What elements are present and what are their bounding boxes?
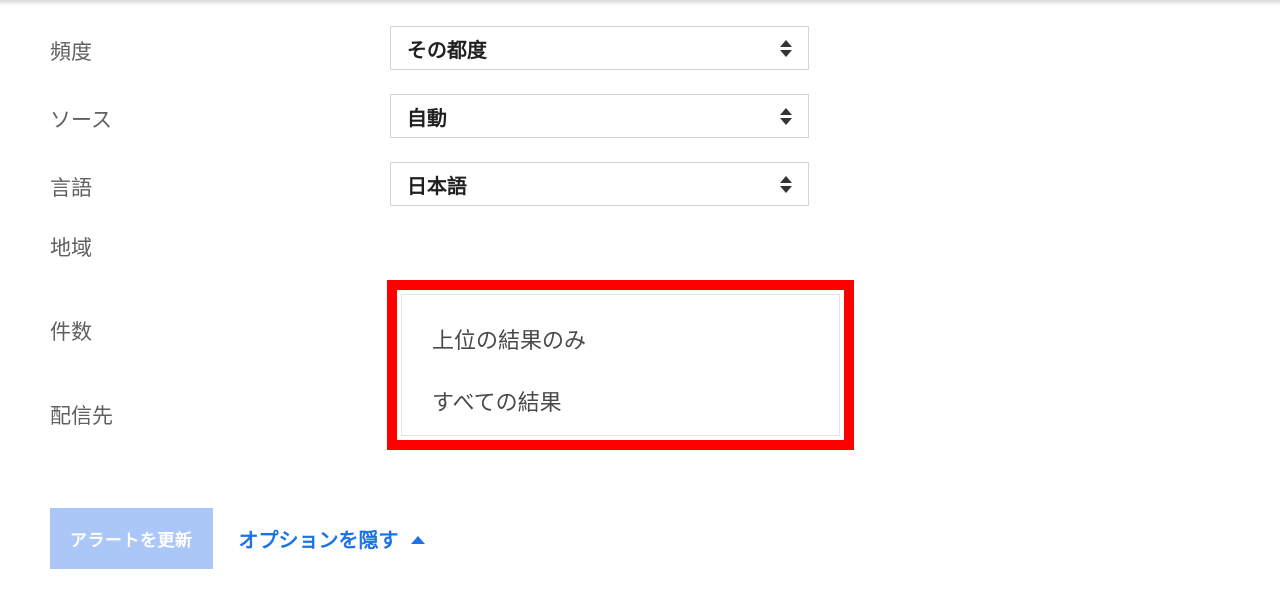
label-source: ソース <box>50 86 390 134</box>
top-shadow <box>0 0 1280 6</box>
count-dropdown-inner: 上位の結果のみ すべての結果 <box>401 294 840 436</box>
select-source[interactable]: 自動 <box>390 94 809 138</box>
hide-options-link[interactable]: オプションを隠す <box>239 524 425 553</box>
select-language-value: 日本語 <box>407 170 467 199</box>
select-language[interactable]: 日本語 <box>390 162 809 206</box>
sort-icon <box>780 40 792 57</box>
select-source-value: 自動 <box>407 102 447 131</box>
update-alert-button[interactable]: アラートを更新 <box>50 508 213 569</box>
footer-row: アラートを更新 オプションを隠す <box>50 450 1280 569</box>
chevron-up-icon <box>411 536 425 544</box>
dropdown-option-top-results[interactable]: 上位の結果のみ <box>426 313 815 365</box>
row-frequency: 頻度 その都度 <box>50 18 1280 86</box>
label-language: 言語 <box>50 154 390 202</box>
sort-icon <box>780 108 792 125</box>
row-language: 言語 日本語 <box>50 154 1280 222</box>
row-source: ソース 自動 <box>50 86 1280 154</box>
label-region: 地域 <box>50 222 390 262</box>
sort-icon <box>780 176 792 193</box>
dropdown-option-all-results[interactable]: すべての結果 <box>426 375 815 427</box>
select-frequency-value: その都度 <box>407 34 487 63</box>
select-frequency[interactable]: その都度 <box>390 26 809 70</box>
count-dropdown-popup: 上位の結果のみ すべての結果 <box>387 280 854 450</box>
label-count: 件数 <box>50 298 390 346</box>
label-frequency: 頻度 <box>50 18 390 66</box>
hide-options-label: オプションを隠す <box>239 524 399 553</box>
label-destination: 配信先 <box>50 380 390 430</box>
